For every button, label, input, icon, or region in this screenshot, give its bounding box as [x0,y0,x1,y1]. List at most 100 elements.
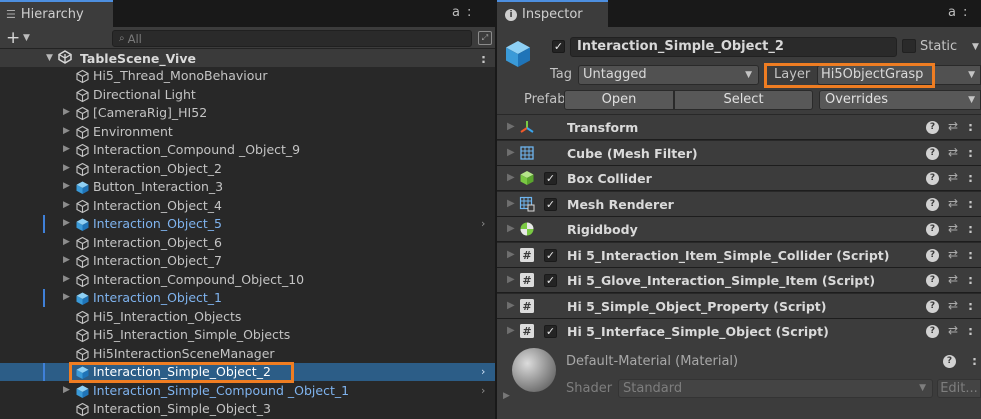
lock-icon[interactable]: a [948,5,963,20]
hierarchy-item[interactable]: ▶ Interaction_Object_6 [0,234,495,252]
hierarchy-item[interactable]: Hi5InteractionSceneManager [0,345,495,363]
hierarchy-item[interactable]: ▶ Interaction_Object_1 [0,289,495,307]
help-icon[interactable]: ? [926,146,939,160]
component-menu-icon[interactable]: : [968,196,973,211]
presets-icon[interactable]: ⇄ [948,170,958,184]
component-menu-icon[interactable]: : [968,119,973,134]
foldout-collapsed-icon[interactable]: ▶ [63,107,70,117]
component-header[interactable]: ▶ Cube (Mesh Filter)? ⇄: [497,140,981,166]
component-header[interactable]: ▶ # ✓ Hi 5_Glove_Interaction_Simple_Item (S… [497,268,981,293]
chevron-right-icon[interactable]: › [481,384,485,397]
hierarchy-item[interactable]: ▶ Interaction_Object_7 [0,252,495,270]
help-icon[interactable]: ? [926,223,939,236]
lock-icon[interactable]: a [452,5,467,20]
foldout-collapsed-icon[interactable]: ▶ [507,274,515,285]
panel-menu-icon[interactable]: : [467,5,478,20]
help-icon[interactable]: ? [926,121,939,134]
foldout-collapsed-icon[interactable]: ▶ [507,198,515,209]
chevron-right-icon[interactable]: › [481,365,485,378]
help-icon[interactable]: ? [926,197,939,211]
hierarchy-item[interactable]: Interaction_Simple_Object_3 [0,400,495,418]
component-header[interactable]: ▶ ✓ Mesh Renderer? ⇄: [497,191,981,217]
foldout-collapsed-icon[interactable]: ▶ [63,237,70,247]
component-header[interactable]: ▶ Transform? ⇄: [497,115,981,140]
tag-dropdown[interactable]: Untagged ▼ [578,65,759,85]
presets-icon[interactable]: ⇄ [948,298,958,312]
foldout-collapsed-icon[interactable]: ▶ [63,255,70,265]
foldout-collapsed-icon[interactable]: ▶ [63,292,70,302]
hierarchy-item[interactable]: ▶ Interaction_Object_5 › [0,215,495,233]
component-menu-icon[interactable]: : [968,145,973,160]
hierarchy-item[interactable]: ▶ Interaction_Object_4 [0,197,495,215]
presets-icon[interactable]: ⇄ [948,272,958,286]
help-icon[interactable]: ? [926,248,939,262]
presets-icon[interactable]: ⇄ [948,145,958,159]
component-menu-icon[interactable]: : [968,323,973,338]
prefab-open-button[interactable]: Open [564,90,674,110]
foldout-collapsed-icon[interactable]: ▶ [63,126,70,136]
tab-inspector[interactable]: i Inspector [497,0,608,27]
foldout-collapsed-icon[interactable]: ▶ [507,300,515,311]
scene-row[interactable]: ▼ TableScene_Vive : [0,49,495,67]
tab-hierarchy[interactable]: ☰ Hierarchy [0,0,113,27]
help-icon[interactable]: ? [926,274,939,287]
component-menu-icon[interactable]: : [968,221,973,236]
presets-icon[interactable]: ⇄ [948,247,958,261]
prefab-overrides-dropdown[interactable]: Overrides ▼ [819,90,981,110]
hierarchy-item[interactable]: ▶ Interaction_Object_2 [0,160,495,178]
hierarchy-item[interactable]: Hi5_Thread_MonoBehaviour [0,67,495,85]
panel-menu-icon[interactable]: : [963,5,974,20]
help-icon[interactable]: ? [926,172,939,185]
presets-icon[interactable]: ⇄ [948,221,958,235]
component-enabled-checkbox[interactable]: ✓ [544,248,557,262]
foldout-collapsed-icon[interactable]: ▶ [63,218,70,228]
presets-icon[interactable]: ⇄ [948,323,958,337]
hierarchy-item[interactable]: Hi5_Interaction_Objects [0,308,495,326]
active-checkbox[interactable]: ✓ [552,40,565,53]
foldout-expanded-icon[interactable]: ▼ [46,53,53,63]
foldout-collapsed-icon[interactable]: ▶ [63,200,70,210]
foldout-collapsed-icon[interactable]: ▶ [507,172,515,183]
hierarchy-item[interactable]: Directional Light [0,86,495,104]
scene-visibility-icon[interactable]: ⤢ [478,31,492,45]
foldout-collapsed-icon[interactable]: ▶ [503,391,510,401]
hierarchy-item[interactable]: ▶ [CameraRig]_HI52 [0,104,495,122]
prefab-select-button[interactable]: Select [674,90,813,110]
component-header[interactable]: ▶ ✓ Box Collider? ⇄: [497,166,981,191]
foldout-collapsed-icon[interactable]: ▶ [507,121,515,132]
object-name-field[interactable]: Interaction_Simple_Object_2 [570,37,897,57]
hierarchy-item[interactable]: ▶ Interaction_Compound _Object_9 [0,141,495,159]
help-icon[interactable]: ? [926,325,939,338]
hierarchy-item[interactable]: ▶ Interaction_Simple_Compound _Object_1 › [0,382,495,400]
hierarchy-item[interactable]: Hi5_Interaction_Simple_Objects [0,326,495,344]
component-enabled-checkbox[interactable]: ✓ [544,325,557,338]
foldout-collapsed-icon[interactable]: ▶ [507,147,515,158]
component-enabled-checkbox[interactable]: ✓ [544,172,557,185]
foldout-collapsed-icon[interactable]: ▶ [63,144,70,154]
component-enabled-checkbox[interactable]: ✓ [544,274,557,287]
chevron-down-icon[interactable]: ▼ [23,33,30,43]
foldout-collapsed-icon[interactable]: ▶ [63,163,70,173]
add-button[interactable]: + [6,28,20,48]
hierarchy-item[interactable]: ▶ Interaction_Compound_Object_10 [0,271,495,289]
component-header[interactable]: ▶ # ✓ Hi 5_Interaction_Item_Simple_Collider… [497,242,981,268]
hierarchy-item[interactable]: ▶ Environment [0,123,495,141]
component-header[interactable]: ▶ # Hi 5_Simple_Object_Property (Script)? ⇄… [497,293,981,319]
material-menu-icon[interactable]: : [972,353,977,368]
component-menu-icon[interactable]: : [968,170,973,185]
foldout-collapsed-icon[interactable]: ▶ [63,181,70,191]
foldout-collapsed-icon[interactable]: ▶ [63,385,70,395]
foldout-collapsed-icon[interactable]: ▶ [507,325,515,336]
shader-dropdown[interactable]: Standard ▼ [618,379,933,398]
shader-edit-button[interactable]: Edit... [937,379,981,398]
foldout-collapsed-icon[interactable]: ▶ [507,249,515,260]
component-header[interactable]: ▶ Rigidbody? ⇄: [497,217,981,242]
component-enabled-checkbox[interactable]: ✓ [544,197,557,211]
presets-icon[interactable]: ⇄ [948,196,958,210]
search-input[interactable]: ⌕ All [112,30,472,47]
presets-icon[interactable]: ⇄ [948,119,958,133]
scene-menu-icon[interactable]: : [481,51,486,66]
chevron-down-icon[interactable]: ▼ [972,42,979,52]
help-icon[interactable]: ? [926,299,939,313]
foldout-collapsed-icon[interactable]: ▶ [507,223,515,234]
